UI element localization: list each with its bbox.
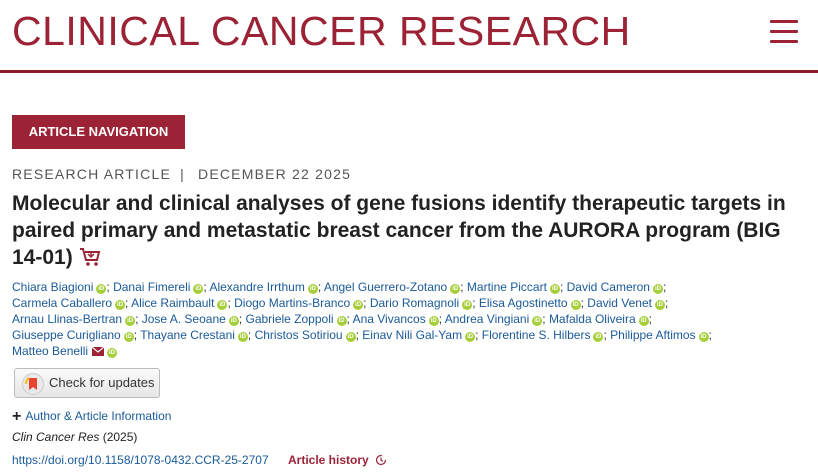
meta-separator: | — [180, 166, 185, 182]
author-link[interactable]: Martine Piccart — [467, 280, 547, 294]
orcid-icon[interactable]: iD — [638, 316, 649, 326]
article-history-link[interactable]: Article history — [288, 453, 387, 467]
author-row: Matteo Benelli iD — [12, 343, 802, 359]
author-article-information-label: Author & Article Information — [25, 409, 172, 423]
orcid-icon[interactable]: iD — [307, 284, 318, 294]
author-link[interactable]: Chiara Biagioni — [12, 280, 93, 294]
cart-icon[interactable] — [79, 247, 101, 267]
orcid-icon[interactable]: iD — [593, 332, 604, 342]
check-updates-icon — [22, 373, 44, 395]
author-link[interactable]: Florentine S. Hilbers — [482, 328, 591, 342]
orcid-icon[interactable]: iD — [237, 332, 248, 342]
orcid-icon[interactable]: iD — [107, 348, 118, 358]
orcid-icon[interactable]: iD — [652, 284, 663, 294]
author-row: Arnau Llinas-Bertran iD; Jose A. Seoane iD… — [12, 312, 652, 326]
orcid-icon[interactable]: iD — [125, 316, 136, 326]
orcid-icon[interactable]: iD — [549, 284, 560, 294]
author-link[interactable]: David Cameron — [567, 280, 650, 294]
article-history-label: Article history — [288, 453, 369, 467]
author-row: Carmela Caballero iD; Alice Raimbault iD; … — [12, 296, 669, 310]
orcid-icon[interactable]: iD — [353, 300, 364, 310]
check-for-updates-button[interactable]: Check for updates — [14, 368, 160, 398]
author-link[interactable]: Thayane Crestani — [140, 328, 235, 342]
orcid-icon[interactable]: iD — [450, 284, 461, 294]
orcid-icon[interactable]: iD — [123, 332, 134, 342]
author-link[interactable]: Christos Sotiriou — [255, 328, 343, 342]
author-link[interactable]: Jose A. Seoane — [142, 312, 226, 326]
author-row: Chiara Biagioni iD; Danai Fimereli iD; Ale… — [12, 280, 667, 294]
mail-icon[interactable] — [92, 347, 105, 356]
doi-link[interactable]: https://doi.org/10.1158/1078-0432.CCR-25… — [12, 453, 269, 467]
author-link[interactable]: Alice Raimbault — [131, 296, 214, 310]
article-meta: RESEARCH ARTICLE | DECEMBER 22 2025 — [12, 166, 351, 182]
journal-title[interactable]: CLINICAL CANCER RESEARCH — [12, 6, 631, 56]
article-date: DECEMBER 22 2025 — [198, 166, 352, 182]
author-link[interactable]: Mafalda Oliveira — [549, 312, 636, 326]
citation-journal: Clin Cancer Res — [12, 430, 100, 444]
citation: Clin Cancer Res (2025) — [12, 430, 137, 444]
author-link[interactable]: Philippe Aftimos — [610, 328, 695, 342]
orcid-icon[interactable]: iD — [428, 316, 439, 326]
article-type: RESEARCH ARTICLE — [12, 166, 171, 182]
history-icon — [375, 454, 386, 466]
author-link[interactable]: Gabriele Zoppoli — [245, 312, 333, 326]
citation-year: (2025) — [99, 430, 138, 444]
author-link[interactable]: Elisa Agostinetto — [479, 296, 568, 310]
orcid-icon[interactable]: iD — [570, 300, 581, 310]
orcid-icon[interactable]: iD — [345, 332, 356, 342]
author-link[interactable]: Ana Vivancos — [353, 312, 426, 326]
author-link[interactable]: Carmela Caballero — [12, 296, 112, 310]
orcid-icon[interactable]: iD — [96, 284, 107, 294]
orcid-icon[interactable]: iD — [228, 316, 239, 326]
author-link[interactable]: Giuseppe Curigliano — [12, 328, 121, 342]
author-link[interactable]: Danai Fimereli — [113, 280, 190, 294]
author-link[interactable]: Angel Guerrero-Zotano — [324, 280, 447, 294]
orcid-icon[interactable]: iD — [115, 300, 126, 310]
menu-icon[interactable] — [770, 20, 798, 44]
article-navigation-button[interactable]: ARTICLE NAVIGATION — [12, 115, 185, 149]
author-link[interactable]: Andrea Vingiani — [445, 312, 530, 326]
author-link[interactable]: Diogo Martins-Branco — [234, 296, 350, 310]
article-title-text: Molecular and clinical analyses of gene … — [12, 192, 786, 269]
orcid-icon[interactable]: iD — [336, 316, 347, 326]
author-link[interactable]: David Venet — [587, 296, 652, 310]
author-row: Giuseppe Curigliano iD; Thayane Crestani i… — [12, 328, 712, 342]
orcid-icon[interactable]: iD — [465, 332, 476, 342]
site-header: CLINICAL CANCER RESEARCH — [0, 0, 818, 73]
author-link[interactable]: Dario Romagnoli — [370, 296, 459, 310]
author-link[interactable]: Matteo Benelli — [12, 344, 88, 358]
check-updates-label: Check for updates — [49, 375, 155, 390]
orcid-icon[interactable]: iD — [462, 300, 473, 310]
author-article-information-toggle[interactable]: + Author & Article Information — [12, 408, 171, 426]
author-list: Chiara Biagioni iD; Danai Fimereli iD; Ale… — [12, 279, 802, 359]
article-title: Molecular and clinical analyses of gene … — [12, 190, 812, 271]
orcid-icon[interactable]: iD — [193, 284, 204, 294]
orcid-icon[interactable]: iD — [655, 300, 665, 310]
plus-icon: + — [12, 408, 22, 425]
author-link[interactable]: Alexandre Irrthum — [209, 280, 304, 294]
orcid-icon[interactable]: iD — [532, 316, 543, 326]
author-link[interactable]: Arnau Llinas-Bertran — [12, 312, 122, 326]
author-link[interactable]: Einav Nili Gal-Yam — [362, 328, 462, 342]
orcid-icon[interactable]: iD — [698, 332, 709, 342]
orcid-icon[interactable]: iD — [217, 300, 228, 310]
